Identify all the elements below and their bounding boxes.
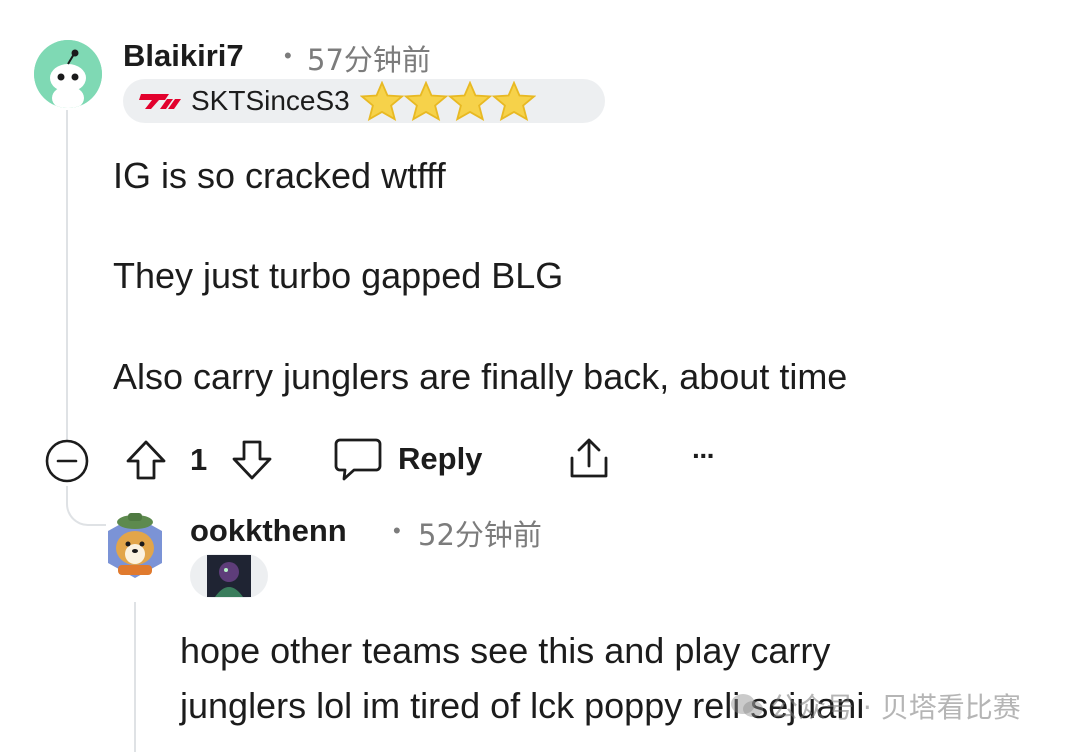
comment-body-line: They just turbo gapped BLG <box>113 255 564 296</box>
star-icon <box>403 81 448 121</box>
share-icon[interactable] <box>566 436 612 487</box>
skt-logo-icon <box>139 91 185 111</box>
thread-line-reply <box>134 602 136 752</box>
vote-count: 1 <box>190 442 208 477</box>
comment-timestamp: 57分钟前 <box>307 43 431 77</box>
wechat-icon <box>730 692 764 727</box>
separator-dot: • <box>284 43 292 68</box>
watermark-text: 公众号 · 贝塔看比赛 <box>770 691 1021 724</box>
star-icon <box>491 81 536 121</box>
star-icon <box>359 81 404 121</box>
comment-body-line: hope other teams see this and play carry <box>180 630 831 671</box>
user-flair: SKTSinceS3 <box>123 79 605 123</box>
separator-dot: • <box>393 518 401 543</box>
reply-label: Reply <box>398 441 483 476</box>
thread-line-main <box>66 110 68 440</box>
comment-username[interactable]: ookkthenn <box>190 513 347 549</box>
upvote-icon[interactable] <box>124 439 168 486</box>
corgi-avatar-icon[interactable] <box>104 510 166 582</box>
star-icon <box>447 81 492 121</box>
champion-flair-icon <box>207 555 251 597</box>
comment-body-line: IG is so cracked wtfff <box>113 155 446 196</box>
thread-connector <box>66 486 106 526</box>
collapse-icon[interactable] <box>44 438 90 489</box>
comment-timestamp: 52分钟前 <box>418 518 542 552</box>
flair-text: SKTSinceS3 <box>191 85 350 116</box>
watermark: 公众号 · 贝塔看比赛 <box>730 686 1021 727</box>
snoo-avatar-icon[interactable] <box>34 40 102 108</box>
user-flair <box>190 554 268 598</box>
comment-bubble-icon <box>334 436 382 482</box>
downvote-icon[interactable] <box>230 439 274 486</box>
comment-body-line: Also carry junglers are finally back, ab… <box>113 356 848 397</box>
more-options-button[interactable]: ··· <box>692 440 716 472</box>
reply-button[interactable]: Reply <box>334 436 482 482</box>
comment-username[interactable]: Blaikiri7 <box>123 38 244 74</box>
flair-stars <box>359 81 536 121</box>
